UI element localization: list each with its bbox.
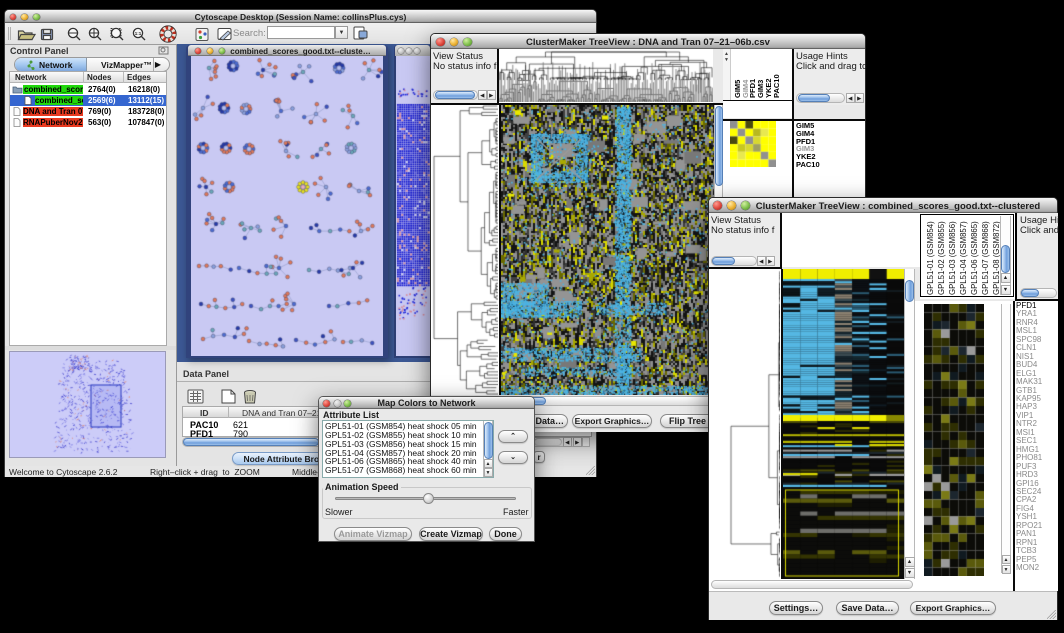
svg-text:1:1: 1:1 xyxy=(135,31,142,36)
